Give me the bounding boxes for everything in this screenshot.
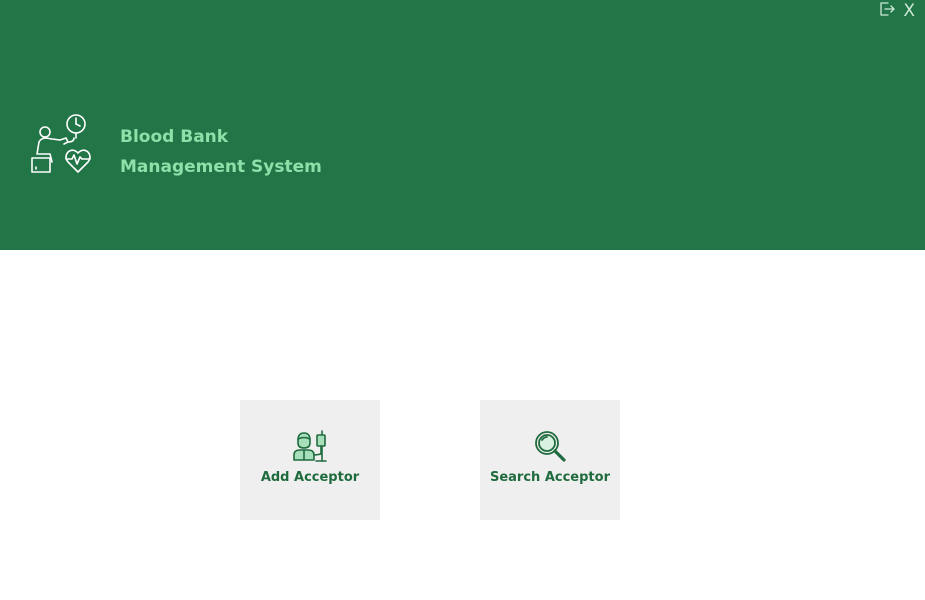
app-title: Blood Bank Management System [120,122,322,182]
search-acceptor-label: Search Acceptor [489,470,610,485]
logout-icon [878,0,896,22]
add-acceptor-label: Add Acceptor [260,470,360,485]
close-button[interactable]: X [901,0,917,22]
header-banner: Blood Bank Management System X [0,0,925,250]
search-acceptor-button[interactable]: Search Acceptor [480,400,620,520]
app-title-line2: Management System [120,157,322,177]
blood-donor-heartbeat-icon [28,112,96,180]
add-acceptor-button[interactable]: Add Acceptor [240,400,380,520]
logout-button[interactable] [877,1,897,21]
acceptor-iv-drip-icon [292,428,328,464]
window-controls: X [877,0,917,22]
magnifier-icon [532,428,568,464]
app-title-line1: Blood Bank [120,127,229,147]
